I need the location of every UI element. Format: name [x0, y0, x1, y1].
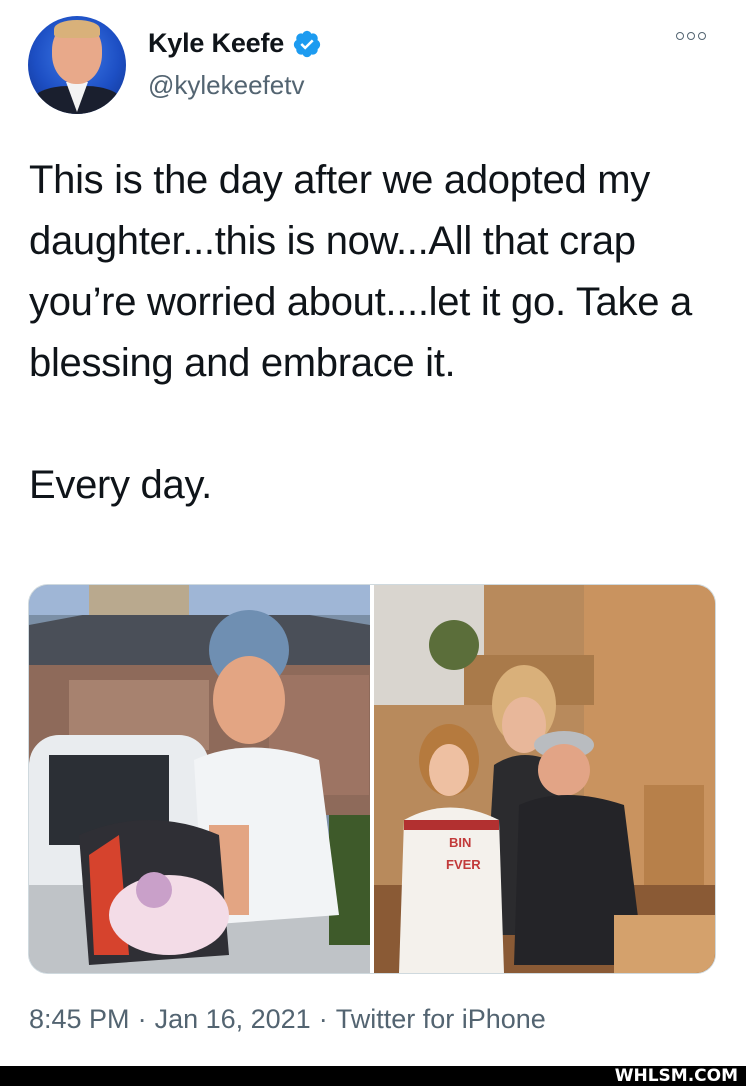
avatar[interactable] — [28, 16, 126, 114]
photo-right-image: BIN FVER — [374, 585, 715, 973]
author-name[interactable]: Kyle Keefe — [148, 28, 284, 59]
photo-right[interactable]: BIN FVER — [374, 585, 715, 973]
author-name-row[interactable]: Kyle Keefe — [148, 28, 322, 59]
author-handle[interactable]: @kylekeefetv — [148, 70, 304, 101]
verified-badge-icon — [293, 30, 321, 57]
meta-separator: · — [318, 1004, 328, 1034]
dot — [698, 32, 706, 40]
watermark-bar: WHLSM.COM — [0, 1066, 746, 1086]
meta-separator: · — [137, 1004, 147, 1034]
watermark-text: WHLSM.COM — [614, 1066, 738, 1086]
tweet-media[interactable]: BIN FVER — [28, 584, 716, 974]
tweet-source[interactable]: Twitter for iPhone — [336, 1004, 546, 1035]
shirt-text: BIN — [449, 835, 471, 850]
photo-left[interactable] — [29, 585, 370, 973]
tweet-text: This is the day after we adopted my daug… — [29, 158, 692, 507]
photo-left-image — [29, 585, 370, 973]
avatar-hair — [54, 20, 100, 38]
more-options-icon[interactable] — [676, 32, 706, 40]
tweet-meta: 8:45 PM · Jan 16, 2021 · Twitter for iPh… — [29, 1004, 546, 1035]
tweet-time[interactable]: 8:45 PM — [29, 1004, 130, 1035]
shirt-text: FVER — [446, 857, 481, 872]
dot — [676, 32, 684, 40]
tweet-date[interactable]: Jan 16, 2021 — [155, 1004, 311, 1035]
dot — [687, 32, 695, 40]
